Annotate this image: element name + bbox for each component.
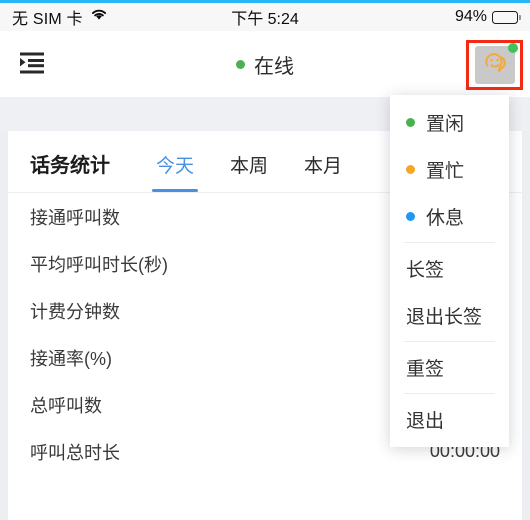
- stat-label: 呼叫总时长: [30, 442, 120, 463]
- agent-status-label: 在线: [254, 55, 294, 78]
- menu-item-label: 长签: [406, 260, 445, 281]
- tab-this-week[interactable]: 本周: [212, 151, 286, 192]
- menu-item-set-busy[interactable]: 置忙: [390, 146, 509, 193]
- navigation-bar: 在线: [0, 31, 530, 97]
- menu-divider: [404, 242, 495, 243]
- stat-label: 计费分钟数: [30, 301, 120, 322]
- menu-divider: [404, 341, 495, 342]
- hamburger-indent-icon: [17, 50, 47, 79]
- page-title: 话务统计: [30, 155, 110, 177]
- avatar: [474, 43, 518, 84]
- menu-item-rest[interactable]: 休息: [390, 193, 509, 240]
- menu-item-long-signin[interactable]: 长签: [390, 245, 509, 292]
- menu-item-label: 置忙: [426, 161, 465, 182]
- battery-percent-label: 94%: [454, 8, 487, 25]
- menu-item-label: 退出长签: [406, 307, 483, 328]
- phone-screen: 无 SIM 卡 下午 5:24 94% 在线 话务统计 今天 本周 本月 接通呼…: [0, 0, 530, 520]
- agent-headset-avatar-icon: [480, 49, 510, 82]
- status-dot-rest-icon: [406, 212, 415, 221]
- period-tabs: 今天 本周 本月: [138, 151, 360, 192]
- agent-status-dropdown-menu: 置闲 置忙 休息 长签 退出长签 重签 退出: [390, 95, 509, 447]
- menu-item-label: 置闲: [426, 114, 465, 135]
- ios-status-bar: 无 SIM 卡 下午 5:24 94%: [0, 3, 530, 31]
- agent-status-indicator: 在线: [0, 50, 530, 79]
- wifi-icon: [90, 8, 108, 26]
- stat-label: 接通率(%): [30, 348, 112, 369]
- carrier-label: 无 SIM 卡: [12, 11, 83, 28]
- avatar-button[interactable]: [466, 40, 523, 90]
- stat-label: 平均呼叫时长(秒): [30, 254, 168, 275]
- tab-today[interactable]: 今天: [138, 151, 212, 192]
- status-bar-left: 无 SIM 卡: [12, 5, 108, 29]
- status-dot-idle-icon: [406, 118, 415, 127]
- stat-label: 接通呼叫数: [30, 207, 120, 228]
- avatar-online-badge-icon: [507, 43, 518, 53]
- menu-item-label: 退出: [406, 411, 445, 432]
- status-bar-right: 94%: [454, 8, 521, 26]
- menu-item-resign[interactable]: 重签: [390, 344, 509, 391]
- menu-item-exit-long-signin[interactable]: 退出长签: [390, 292, 509, 339]
- tab-this-month[interactable]: 本月: [286, 151, 360, 192]
- hamburger-menu-button[interactable]: [0, 31, 64, 97]
- menu-item-label: 重签: [406, 359, 445, 380]
- stat-label: 总呼叫数: [30, 395, 102, 416]
- menu-divider: [404, 393, 495, 394]
- status-dot-busy-icon: [406, 165, 415, 174]
- menu-item-set-idle[interactable]: 置闲: [390, 99, 509, 146]
- menu-item-logout[interactable]: 退出: [390, 396, 509, 443]
- menu-item-label: 休息: [426, 208, 465, 229]
- battery-icon: [492, 10, 521, 24]
- status-dot-online-icon: [236, 59, 245, 69]
